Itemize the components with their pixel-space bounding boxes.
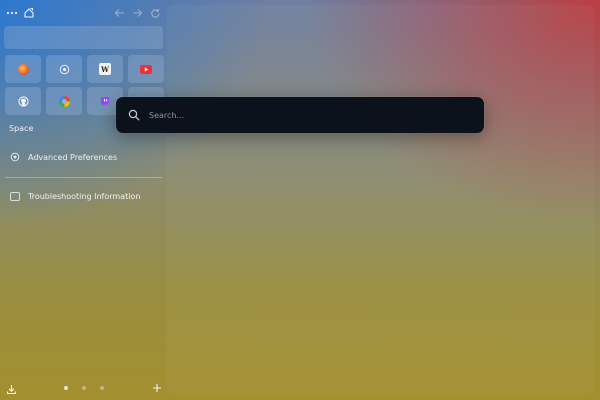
google-icon [58, 95, 70, 107]
sidebar-toolbar [0, 0, 166, 26]
workspace-dot[interactable] [64, 386, 68, 390]
generic-site-icon [59, 64, 69, 74]
sidebar-divider [5, 177, 162, 178]
wikipedia-icon: W [99, 63, 111, 75]
gear-icon [9, 152, 20, 163]
pinned-site-github[interactable] [5, 87, 41, 115]
forward-arrow-icon[interactable] [129, 5, 145, 21]
space-label: Space [9, 124, 34, 133]
twitch-icon [101, 96, 109, 106]
pinned-site-generic[interactable] [46, 55, 82, 83]
url-bar[interactable] [4, 26, 163, 49]
pinned-site-firefox[interactable] [5, 55, 41, 83]
browser-window: W Space Advanced Preferences Troubleshoo… [0, 0, 600, 400]
back-arrow-icon[interactable] [111, 5, 127, 21]
search-icon [128, 109, 140, 121]
home-icon[interactable] [21, 5, 37, 21]
reload-icon[interactable] [147, 5, 163, 21]
github-icon [17, 95, 29, 107]
sidebar-bottom-bar [0, 378, 166, 398]
sidebar-item-advanced-preferences[interactable]: Advanced Preferences [9, 150, 159, 164]
firefox-icon [17, 63, 29, 75]
sidebar-item-troubleshooting-information[interactable]: Troubleshooting Information [9, 189, 159, 203]
web-content-area[interactable] [168, 6, 593, 394]
ellipsis-icon[interactable] [4, 5, 20, 21]
download-icon[interactable] [3, 381, 19, 397]
pinned-site-google[interactable] [46, 87, 82, 115]
sidebar-item-label: Troubleshooting Information [28, 191, 141, 201]
pinned-site-youtube[interactable] [128, 55, 164, 83]
window-icon [9, 191, 20, 202]
sidebar-item-label: Advanced Preferences [28, 152, 118, 162]
sidebar: W Space Advanced Preferences Troubleshoo… [0, 0, 166, 400]
plus-icon[interactable] [149, 380, 165, 396]
workspace-dot[interactable] [82, 386, 86, 390]
youtube-icon [140, 64, 152, 74]
workspace-dot[interactable] [100, 386, 104, 390]
pinned-site-wikipedia[interactable]: W [87, 55, 123, 83]
search-input[interactable] [149, 105, 469, 125]
search-bar[interactable] [116, 97, 484, 133]
